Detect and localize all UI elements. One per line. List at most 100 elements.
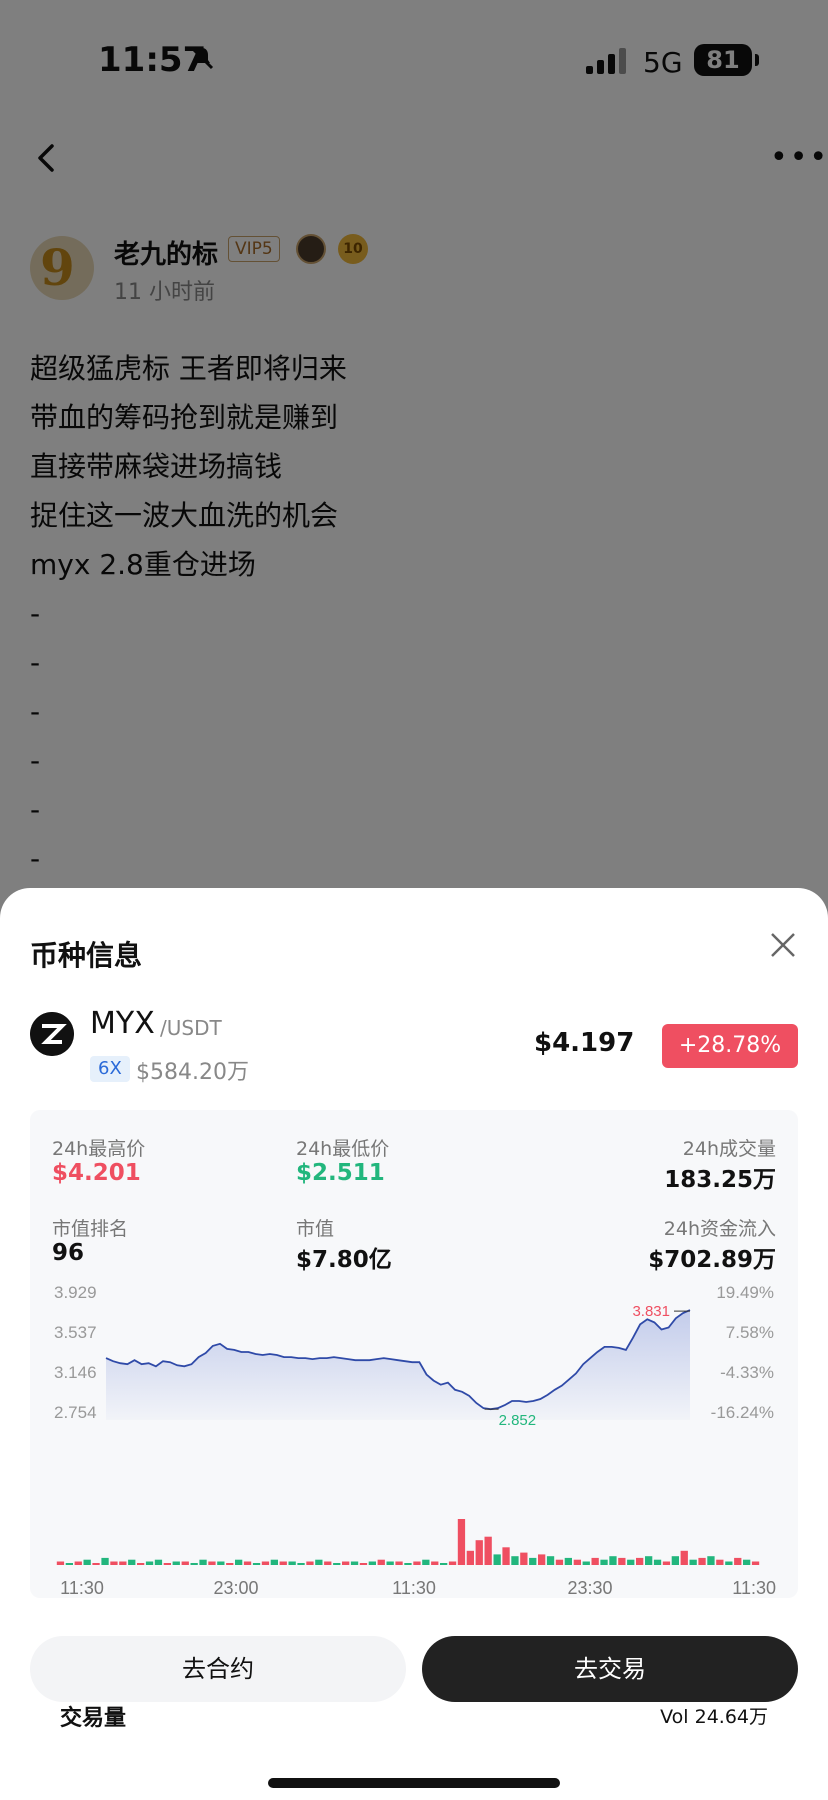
- volume-bar: [377, 1559, 385, 1565]
- stats-card: 24h最高价 $4.201 24h最低价 $2.511 24h成交量 183.2…: [30, 1110, 798, 1731]
- x-tick-label: 23:30: [567, 1578, 612, 1598]
- volume-bar: [119, 1561, 127, 1565]
- volume-bar: [288, 1561, 296, 1565]
- volume-bar: [297, 1563, 305, 1565]
- volume-bar: [555, 1559, 564, 1565]
- volume-bar: [74, 1561, 82, 1565]
- volume-bar: [333, 1563, 341, 1565]
- y-tick-label: 3.929: [54, 1283, 97, 1302]
- volume-bar: [529, 1557, 537, 1565]
- volume-bar: [698, 1557, 706, 1565]
- volume-bar: [582, 1561, 590, 1565]
- go-trade-button[interactable]: 去交易: [422, 1636, 798, 1702]
- volume-bar: [243, 1561, 252, 1565]
- volume-bar: [65, 1563, 73, 1565]
- x-tick-label: 11:30: [392, 1578, 436, 1598]
- volume-bar: [279, 1561, 287, 1565]
- volume-bar: [645, 1556, 653, 1565]
- volume-bar: [689, 1559, 697, 1565]
- volume-bar: [546, 1556, 555, 1565]
- x-tick-label: 11:30: [732, 1578, 776, 1598]
- volume-bar: [270, 1559, 278, 1565]
- go-contract-button[interactable]: 去合约: [30, 1636, 406, 1702]
- volume-bar: [538, 1554, 546, 1565]
- volume-bar: [306, 1561, 314, 1565]
- volume-bar: [350, 1561, 359, 1565]
- volume-bar: [110, 1561, 118, 1565]
- coin-pair: /USDT: [160, 1016, 222, 1040]
- volume-bar: [475, 1540, 483, 1565]
- volume-bar: [600, 1559, 608, 1565]
- volume-bar: [128, 1559, 136, 1565]
- x-tick-label: 23:00: [213, 1578, 258, 1598]
- volume-bar: [395, 1561, 403, 1565]
- volume-bar: [226, 1563, 234, 1565]
- volume-bar: [324, 1561, 332, 1565]
- volume-bar: [252, 1563, 261, 1565]
- max-annotation: 3.831: [632, 1303, 670, 1320]
- y2-tick-label: 19.49%: [716, 1283, 774, 1302]
- volume-bar: [653, 1559, 662, 1565]
- volume-bar: [413, 1561, 421, 1565]
- min-annotation: 2.852: [499, 1412, 537, 1429]
- volume-bar: [493, 1554, 501, 1565]
- y-tick-label: 3.146: [54, 1363, 97, 1382]
- volume-bar: [618, 1557, 626, 1565]
- volume-bar: [457, 1519, 466, 1565]
- volume-bar: [235, 1559, 243, 1565]
- volume-bar: [56, 1561, 65, 1565]
- volume-bar: [92, 1563, 100, 1565]
- y2-tick-label: -4.33%: [720, 1363, 774, 1382]
- volume-bar: [511, 1556, 519, 1565]
- volume-bar: [154, 1559, 163, 1565]
- volume-bar: [716, 1559, 724, 1565]
- y-tick-label: 3.537: [54, 1323, 97, 1342]
- volume-bar: [368, 1561, 376, 1565]
- volume-bar: [440, 1563, 448, 1565]
- volume-bar: [261, 1561, 270, 1565]
- volume-bar: [422, 1559, 430, 1565]
- y2-tick-label: -16.24%: [711, 1403, 774, 1422]
- sheet-title: 币种信息: [30, 939, 143, 972]
- home-indicator[interactable]: [268, 1778, 560, 1788]
- volume-bar: [315, 1559, 323, 1565]
- volume-bar: [743, 1559, 751, 1565]
- volume-bar: [636, 1557, 644, 1565]
- volume-bar: [217, 1561, 225, 1565]
- volume-bar: [725, 1561, 733, 1565]
- volume-bar: [609, 1556, 617, 1565]
- volume-bar: [520, 1552, 528, 1565]
- coin-price: $4.197: [534, 1028, 635, 1058]
- volume-bar: [734, 1557, 742, 1565]
- volume-bar: [662, 1561, 671, 1565]
- coin-market-cap: $584.20万: [136, 1060, 249, 1085]
- volume-bar: [181, 1561, 189, 1565]
- coin-info-sheet: 币种信息 MYX /USDT 6X $584.20万 $4.197 +28.78…: [0, 888, 828, 1800]
- volume-bar: [564, 1557, 572, 1565]
- volume-total: Vol 24.64万: [660, 1706, 768, 1728]
- price-area: [106, 1310, 690, 1420]
- x-tick-label: 11:30: [60, 1578, 104, 1598]
- volume-bar: [671, 1556, 679, 1565]
- volume-bar: [431, 1561, 439, 1565]
- close-icon[interactable]: [768, 930, 798, 960]
- volume-bar: [466, 1550, 474, 1565]
- volume-bar: [404, 1563, 412, 1565]
- volume-bar: [502, 1547, 510, 1565]
- volume-bar: [484, 1536, 492, 1565]
- volume-bar: [137, 1563, 145, 1565]
- volume-bar: [208, 1561, 216, 1565]
- volume-bar: [172, 1561, 180, 1565]
- volume-bar: [573, 1559, 581, 1565]
- y2-tick-label: 7.58%: [726, 1323, 774, 1342]
- volume-bar: [145, 1561, 154, 1565]
- leverage-badge: 6X: [90, 1056, 130, 1082]
- coin-symbol: MYX: [90, 1006, 155, 1041]
- volume-bar: [342, 1561, 350, 1565]
- volume-bar: [448, 1561, 457, 1565]
- volume-bar: [163, 1563, 171, 1565]
- coin-logo-icon: [30, 1012, 74, 1056]
- volume-bar: [190, 1563, 198, 1565]
- y-tick-label: 2.754: [54, 1403, 97, 1422]
- volume-bar: [591, 1557, 599, 1565]
